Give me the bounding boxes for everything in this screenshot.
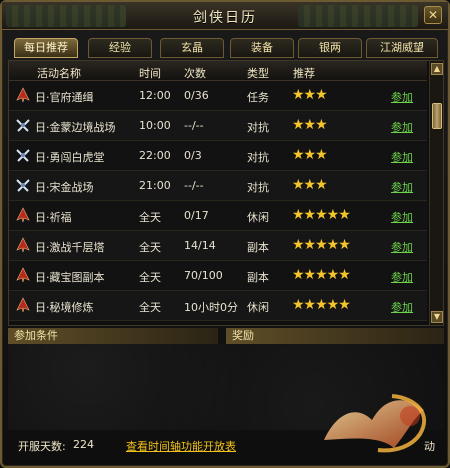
join-button[interactable]: 参加 [391, 209, 413, 225]
recommend-stars: ★★★★★ [292, 237, 351, 253]
table-scrollbar[interactable]: ▲ ▼ [429, 61, 443, 325]
activity-count: 0/36 [184, 89, 209, 102]
server-days-label: 开服天数: [18, 440, 66, 453]
join-button[interactable]: 参加 [391, 179, 413, 195]
tab-prestige[interactable]: 江湖威望 [366, 38, 438, 58]
activity-name: 日·金蒙边境战场 [35, 121, 116, 134]
crossed-weapons-icon [16, 179, 30, 192]
table-row: 日·勇闯白虎堂 22:00 0/3 对抗 ★★★ 参加 [9, 141, 427, 171]
recommend-stars: ★★★ [292, 177, 328, 193]
header-time: 时间 [139, 67, 161, 80]
activity-count: --/-- [184, 179, 204, 192]
activity-type: 对抗 [247, 121, 269, 134]
tab-experience[interactable]: 经验 [88, 38, 152, 58]
activity-name: 日·勇闯白虎堂 [35, 151, 105, 164]
header-recommend: 推荐 [293, 67, 315, 80]
tab-daily-recommend[interactable]: 每日推荐 [14, 38, 78, 58]
join-button[interactable]: 参加 [391, 269, 413, 285]
activity-type: 休闲 [247, 211, 269, 224]
table-row: 日·宋金战场 21:00 --/-- 对抗 ★★★ 参加 [9, 171, 427, 201]
activity-name: 日·藏宝图副本 [35, 271, 105, 284]
activity-time: 全天 [139, 301, 161, 314]
activity-name: 日·激战千层塔 [35, 241, 105, 254]
table-row: 日·藏宝图副本 全天 70/100 副本 ★★★★★ 参加 [9, 261, 427, 291]
activity-time: 全天 [139, 211, 161, 224]
activity-name: 日·秘境修炼 [35, 301, 94, 314]
recommend-stars: ★★★ [292, 87, 328, 103]
tab-equipment[interactable]: 装备 [230, 38, 294, 58]
activity-type: 休闲 [247, 301, 269, 314]
activity-name: 日·宋金战场 [35, 181, 94, 194]
activity-time: 21:00 [139, 179, 171, 192]
activity-count: --/-- [184, 119, 204, 132]
join-button[interactable]: 参加 [391, 149, 413, 165]
recommend-stars: ★★★★★ [292, 267, 351, 283]
close-icon: ✕ [427, 8, 439, 22]
activity-count: 14/14 [184, 239, 216, 252]
table-row: 日·激战千层塔 全天 14/14 副本 ★★★★★ 参加 [9, 231, 427, 261]
server-days-value: 224 [73, 438, 94, 451]
conditions-section-title: 参加条件 [8, 328, 218, 344]
recommend-stars: ★★★ [292, 147, 328, 163]
table-row: 日·秘境修炼 全天 10小时0分 休闲 ★★★★★ 参加 [9, 291, 427, 321]
activity-type: 副本 [247, 271, 269, 284]
activity-name: 日·官府通缉 [35, 91, 94, 104]
scroll-up-icon[interactable]: ▲ [431, 63, 443, 75]
header-activity-name: 活动名称 [37, 67, 81, 80]
join-button[interactable]: 参加 [391, 299, 413, 315]
activity-table: 活动名称 时间 次数 类型 推荐 日·官府通缉 12:00 0/36 任务 ★★… [8, 60, 444, 326]
recommend-stars: ★★★ [292, 117, 328, 133]
activity-count: 70/100 [184, 269, 223, 282]
tab-silver[interactable]: 银两 [298, 38, 362, 58]
recommend-stars: ★★★★★ [292, 297, 351, 313]
activity-type: 副本 [247, 241, 269, 254]
activity-time: 12:00 [139, 89, 171, 102]
table-body: 日·官府通缉 12:00 0/36 任务 ★★★ 参加 日·金蒙边境战场 10:… [9, 81, 427, 327]
table-row: 日·官府通缉 12:00 0/36 任务 ★★★ 参加 [9, 81, 427, 111]
join-button[interactable]: 参加 [391, 119, 413, 135]
activity-type: 对抗 [247, 151, 269, 164]
table-header: 活动名称 时间 次数 类型 推荐 [9, 61, 427, 81]
table-row: 日·金蒙边境战场 10:00 --/-- 对抗 ★★★ 参加 [9, 111, 427, 141]
scroll-thumb[interactable] [432, 103, 442, 129]
crossed-weapons-icon [16, 149, 30, 162]
join-button[interactable]: 参加 [391, 239, 413, 255]
activity-time: 全天 [139, 241, 161, 254]
scroll-down-icon[interactable]: ▼ [431, 311, 443, 323]
category-tabs: 每日推荐 经验 玄晶 装备 银两 江湖威望 [14, 38, 440, 58]
activity-type: 任务 [247, 91, 269, 104]
rewards-section-title: 奖励 [226, 328, 444, 344]
window-title: 剑侠日历 [193, 10, 257, 26]
activity-count: 0/3 [184, 149, 202, 162]
activity-time: 全天 [139, 271, 161, 284]
header-type: 类型 [247, 67, 269, 80]
red-figure-icon [16, 297, 30, 313]
activity-time: 22:00 [139, 149, 171, 162]
activity-calendar-window: 剑侠日历 ✕ 每日推荐 经验 玄晶 装备 银两 江湖威望 活动名称 时间 次数 … [0, 0, 450, 468]
titlebar: 剑侠日历 ✕ [2, 2, 448, 30]
red-figure-icon [16, 207, 30, 223]
table-row: 日·祈福 全天 0/17 休闲 ★★★★★ 参加 [9, 201, 427, 231]
join-button[interactable]: 参加 [391, 89, 413, 105]
red-figure-icon [16, 267, 30, 283]
activity-count: 0/17 [184, 209, 209, 222]
recommend-stars: ★★★★★ [292, 207, 351, 223]
schedule-link[interactable]: 查看时间轴功能开放表 [126, 438, 236, 454]
footer: 开服天数: 224 查看时间轴功能开放表 动 [18, 438, 438, 454]
activity-type: 对抗 [247, 181, 269, 194]
tab-crystal[interactable]: 玄晶 [160, 38, 224, 58]
header-count: 次数 [184, 67, 206, 80]
close-button[interactable]: ✕ [424, 6, 442, 24]
activity-name: 日·祈福 [35, 211, 72, 224]
crossed-weapons-icon [16, 119, 30, 132]
red-figure-icon [16, 237, 30, 253]
red-figure-icon [16, 87, 30, 103]
detail-section-bars: 参加条件 奖励 [8, 328, 444, 344]
activity-count: 10小时0分 [184, 301, 238, 314]
activity-time: 10:00 [139, 119, 171, 132]
footer-extra-text: 动 [424, 440, 435, 453]
